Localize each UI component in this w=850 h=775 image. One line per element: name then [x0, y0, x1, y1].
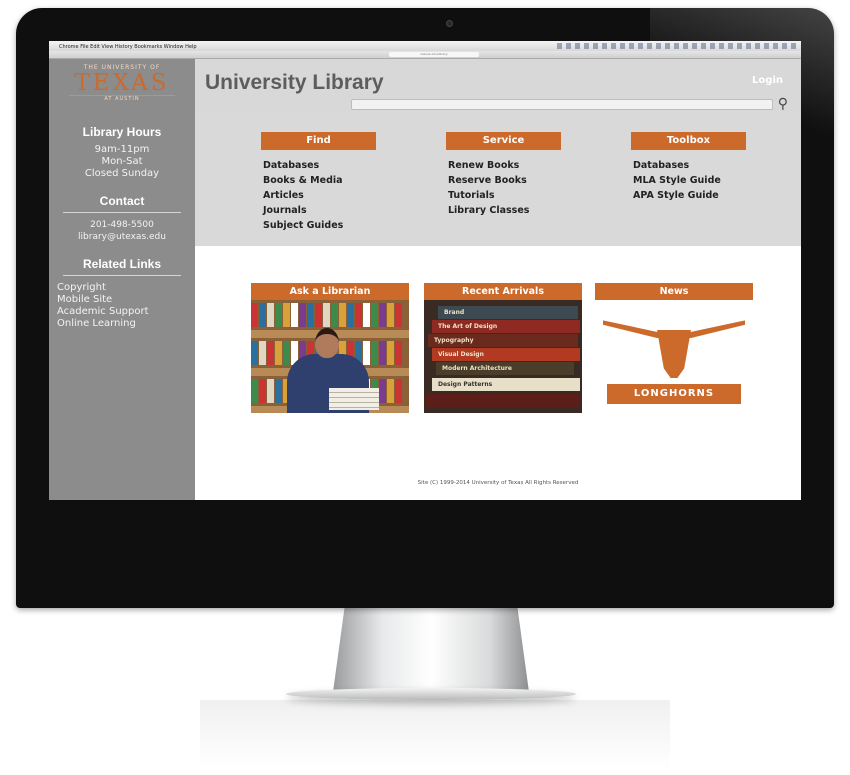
screen: Chrome File Edit View History Bookmarks …	[49, 41, 801, 500]
monitor-stand	[333, 606, 529, 692]
related-link-online-learning[interactable]: Online Learning	[57, 318, 195, 330]
site-footer: Site (C) 1999-2014 University of Texas A…	[417, 480, 579, 486]
browser-toolbar: utexas.edu/library	[49, 51, 801, 68]
nav-link-library-classes[interactable]: Library Classes	[448, 203, 561, 218]
book-stack	[329, 388, 379, 410]
search-icon[interactable]: ⚲	[778, 96, 788, 112]
related-links-list: Copyright Mobile Site Academic Support O…	[49, 282, 195, 330]
nav-link-subject-guides[interactable]: Subject Guides	[263, 218, 376, 233]
page-title: University Library	[205, 71, 384, 94]
tile-news[interactable]: News LONGHORNS	[595, 283, 753, 413]
university-logo[interactable]: THE UNIVERSITY OF TEXAS AT AUSTIN	[49, 59, 195, 111]
address-bar[interactable]: utexas.edu/library	[389, 52, 479, 57]
camera-icon	[446, 20, 453, 27]
nav-column-toolbox: Toolbox Databases MLA Style Guide APA St…	[631, 132, 746, 203]
site-header: THE UNIVERSITY OF TEXAS AT AUSTIN Univer…	[49, 59, 801, 119]
nav-link-articles[interactable]: Articles	[263, 188, 376, 203]
site-body: Library Hours 9am-11pm Mon-Sat Closed Su…	[49, 111, 801, 500]
library-hours-heading: Library Hours	[82, 125, 162, 139]
librarian-photo[interactable]	[251, 300, 409, 413]
book-spine: Typography	[428, 334, 578, 347]
nav-link-journals[interactable]: Journals	[263, 203, 376, 218]
bookshelf-row	[251, 300, 409, 330]
logo-main-text: TEXAS	[74, 70, 170, 96]
book-spine: Brand	[438, 306, 578, 319]
nav-link-apa-style-guide[interactable]: APA Style Guide	[633, 188, 746, 203]
tile-heading[interactable]: News	[595, 283, 753, 300]
tile-recent-arrivals[interactable]: Recent Arrivals Brand The Art of Design …	[424, 283, 582, 413]
book-spine: Design Patterns	[432, 378, 580, 391]
hours-line: 9am-11pm	[94, 144, 150, 155]
related-links-heading: Related Links	[63, 243, 181, 276]
recent-arrivals-photo[interactable]: Brand The Art of Design Typography Visua…	[424, 300, 582, 413]
nav-link-tutorials[interactable]: Tutorials	[448, 188, 561, 203]
news-image[interactable]: LONGHORNS	[595, 300, 753, 413]
nav-heading-toolbox[interactable]: Toolbox	[631, 132, 746, 150]
nav-heading-service[interactable]: Service	[446, 132, 561, 150]
search-bar: ⚲	[351, 96, 788, 119]
tile-heading[interactable]: Recent Arrivals	[424, 283, 582, 300]
login-link[interactable]: Login	[752, 75, 783, 86]
nav-link-databases[interactable]: Databases	[263, 158, 376, 173]
hours-line: Mon-Sat	[101, 156, 143, 167]
nav-link-mla-style-guide[interactable]: MLA Style Guide	[633, 173, 746, 188]
contact-phone[interactable]: 201-498-5500	[49, 219, 195, 231]
contact-email[interactable]: library@utexas.edu	[49, 231, 195, 243]
book-spine: The Art of Design	[432, 320, 580, 333]
librarian-head	[315, 328, 339, 358]
hours-line: Closed Sunday	[84, 168, 160, 179]
nav-panel: Find Databases Books & Media Articles Jo…	[195, 111, 801, 246]
book-spine: Modern Architecture	[436, 362, 574, 375]
stand-reflection	[200, 700, 670, 770]
related-link-copyright[interactable]: Copyright	[57, 282, 195, 294]
os-menubar: Chrome File Edit View History Bookmarks …	[49, 41, 801, 51]
book-spine	[426, 394, 580, 407]
related-link-mobile-site[interactable]: Mobile Site	[57, 294, 195, 306]
logo-bottom-text: AT AUSTIN	[69, 95, 175, 102]
status-icons	[557, 43, 797, 49]
nav-link-renew-books[interactable]: Renew Books	[448, 158, 561, 173]
longhorn-logo-face	[657, 330, 691, 378]
nav-column-find: Find Databases Books & Media Articles Jo…	[261, 132, 376, 233]
nav-link-books-media[interactable]: Books & Media	[263, 173, 376, 188]
book-spine: Visual Design	[432, 348, 580, 361]
menubar-text[interactable]: Chrome File Edit View History Bookmarks …	[59, 44, 197, 50]
nav-column-service: Service Renew Books Reserve Books Tutori…	[446, 132, 561, 218]
tile-heading[interactable]: Ask a Librarian	[251, 283, 409, 300]
nav-link-toolbox-databases[interactable]: Databases	[633, 158, 746, 173]
longhorns-banner: LONGHORNS	[607, 384, 741, 404]
related-link-academic-support[interactable]: Academic Support	[57, 306, 195, 318]
contact-heading: Contact	[63, 180, 181, 213]
nav-heading-find[interactable]: Find	[261, 132, 376, 150]
sidebar: Library Hours 9am-11pm Mon-Sat Closed Su…	[49, 111, 195, 500]
nav-link-reserve-books[interactable]: Reserve Books	[448, 173, 561, 188]
monitor-base	[286, 688, 576, 700]
tile-ask-librarian[interactable]: Ask a Librarian	[251, 283, 409, 413]
